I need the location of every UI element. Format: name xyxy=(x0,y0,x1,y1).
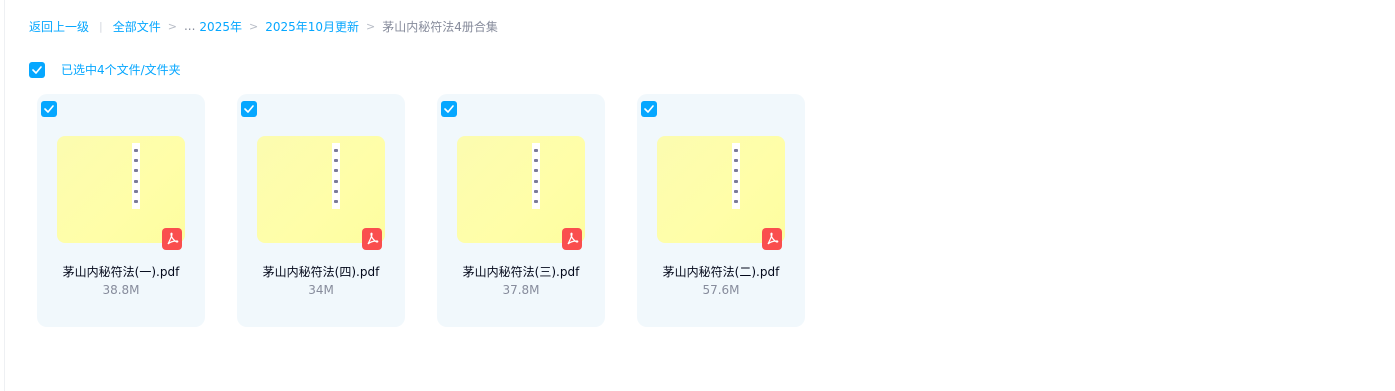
file-size: 34M xyxy=(308,283,334,297)
file-name[interactable]: 茅山内秘符法(四).pdf xyxy=(237,263,405,280)
file-card[interactable]: 茅山内秘符法(一).pdf 38.8M xyxy=(37,94,205,327)
pdf-icon xyxy=(362,228,382,250)
breadcrumb-separator: > xyxy=(366,19,376,33)
checkmark-icon xyxy=(44,105,54,113)
breadcrumb-current-folder: 茅山内秘符法4册合集 xyxy=(382,19,498,34)
breadcrumb-separator: > xyxy=(167,19,177,33)
breadcrumb: 返回上一级 | 全部文件 > ... 2025年 > 2025年10月更新 > … xyxy=(29,17,498,35)
file-checkbox[interactable] xyxy=(441,101,457,117)
breadcrumb-divider: | xyxy=(99,19,103,33)
selection-bar: 已选中4个文件/文件夹 xyxy=(29,61,181,78)
thumbnail-text-strip xyxy=(332,143,340,209)
file-thumbnail xyxy=(657,136,785,243)
file-thumbnail xyxy=(257,136,385,243)
breadcrumb-ellipsis[interactable]: ... xyxy=(184,19,195,33)
file-card[interactable]: 茅山内秘符法(三).pdf 37.8M xyxy=(437,94,605,327)
file-size: 38.8M xyxy=(102,283,140,297)
breadcrumb-month-folder[interactable]: 2025年10月更新 xyxy=(265,18,359,35)
checkmark-icon xyxy=(244,105,254,113)
file-checkbox[interactable] xyxy=(41,101,57,117)
thumbnail-text-strip xyxy=(732,143,740,209)
file-name[interactable]: 茅山内秘符法(二).pdf xyxy=(637,263,805,280)
breadcrumb-all-files[interactable]: 全部文件 xyxy=(113,18,161,35)
pdf-icon xyxy=(762,228,782,250)
breadcrumb-separator: > xyxy=(248,19,259,33)
pdf-icon xyxy=(562,228,582,250)
file-checkbox[interactable] xyxy=(641,101,657,117)
checkmark-icon xyxy=(32,65,42,74)
file-name[interactable]: 茅山内秘符法(三).pdf xyxy=(437,263,605,280)
file-grid: 茅山内秘符法(一).pdf 38.8M 茅山内秘符法(四).pdf 34M 茅山… xyxy=(37,94,837,327)
file-size: 57.6M xyxy=(702,283,740,297)
select-all-checkbox[interactable] xyxy=(29,61,45,78)
file-name[interactable]: 茅山内秘符法(一).pdf xyxy=(37,263,205,280)
file-thumbnail xyxy=(57,136,185,243)
checkmark-icon xyxy=(644,105,654,113)
checkmark-icon xyxy=(444,105,454,113)
breadcrumb-year-folder[interactable]: 2025年 xyxy=(199,18,242,35)
content-left-border xyxy=(4,0,5,391)
file-card[interactable]: 茅山内秘符法(四).pdf 34M xyxy=(237,94,405,327)
file-thumbnail xyxy=(457,136,585,243)
pdf-icon xyxy=(162,228,182,250)
thumbnail-text-strip xyxy=(132,143,140,209)
back-link[interactable]: 返回上一级 xyxy=(29,18,89,35)
thumbnail-text-strip xyxy=(532,143,540,209)
selection-count-text: 已选中4个文件/文件夹 xyxy=(61,63,181,77)
file-card[interactable]: 茅山内秘符法(二).pdf 57.6M xyxy=(637,94,805,327)
file-size: 37.8M xyxy=(502,283,540,297)
file-checkbox[interactable] xyxy=(241,101,257,117)
